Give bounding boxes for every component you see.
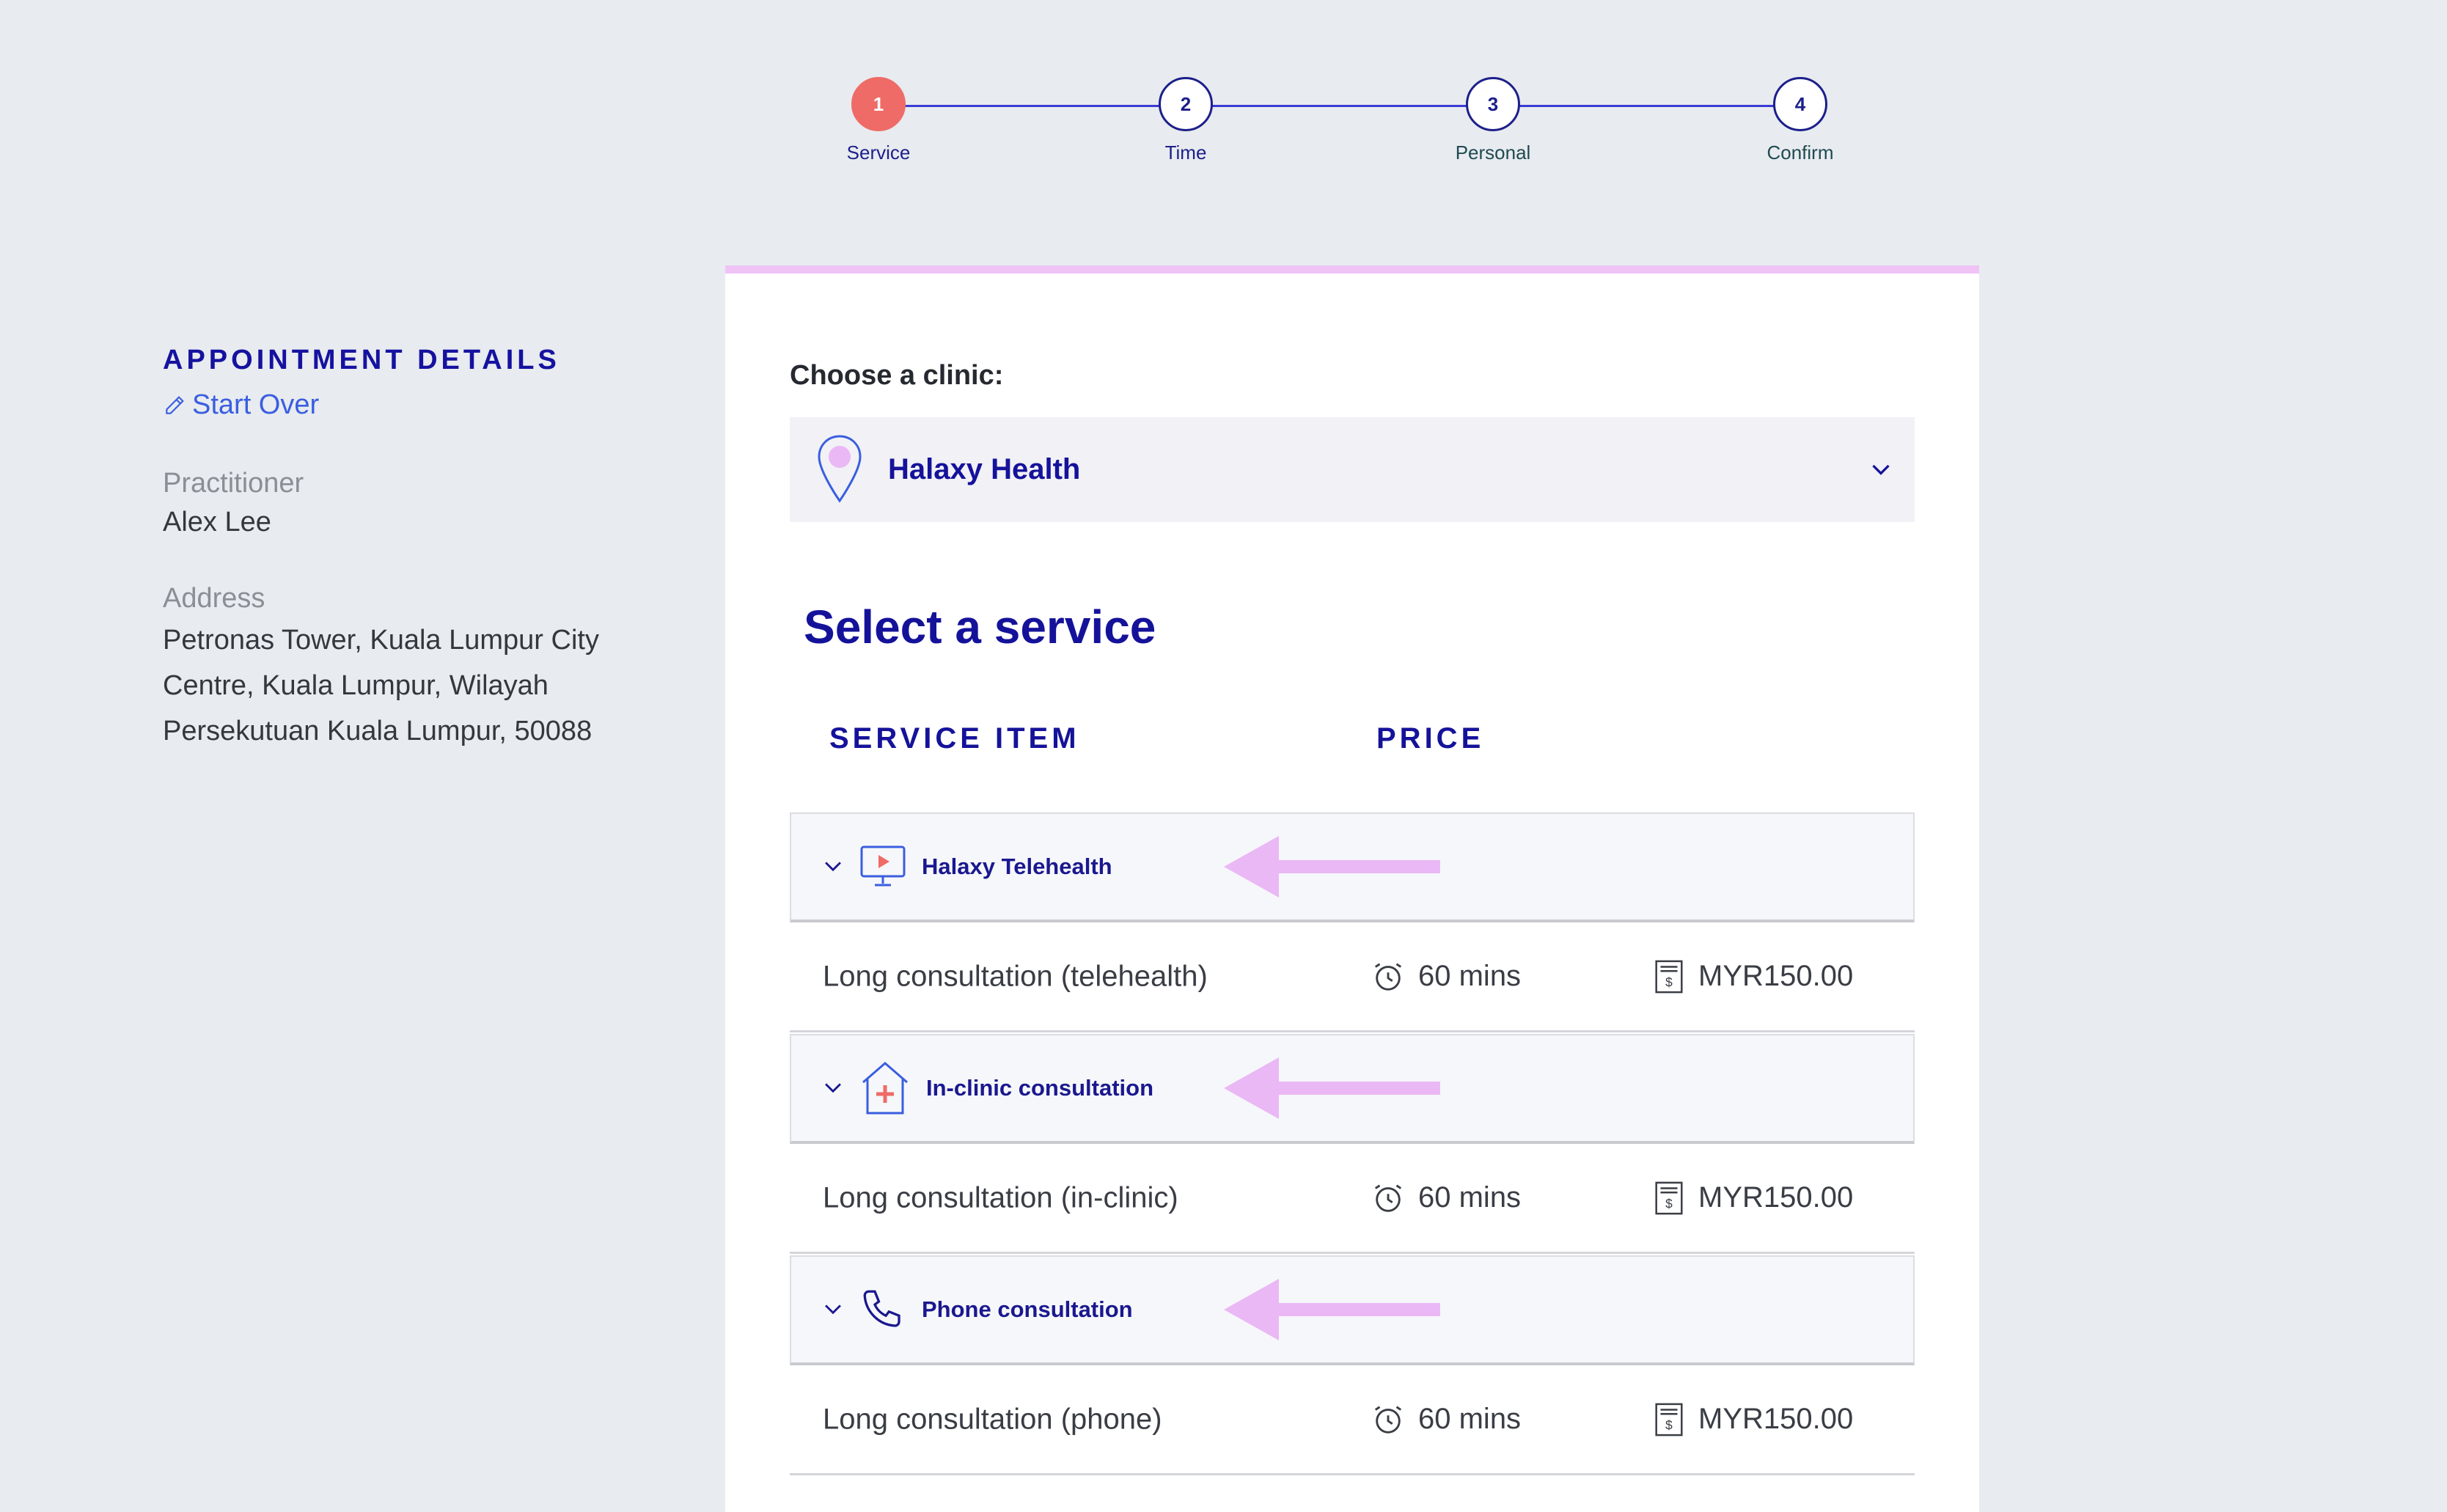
- clinic-select[interactable]: Halaxy Health: [790, 417, 1915, 522]
- arrow-left-icon: [1224, 1057, 1440, 1119]
- appointment-details-title: APPOINTMENT DETAILS: [163, 345, 560, 375]
- step-number: 4: [1773, 77, 1827, 131]
- alarm-clock-icon: [1374, 1406, 1402, 1434]
- address-line: Centre, Kuala Lumpur, Wilayah: [163, 670, 549, 701]
- address-line: Petronas Tower, Kuala Lumpur City: [163, 625, 599, 656]
- pencil-icon: [166, 395, 184, 414]
- service-duration: 60 mins: [1371, 1181, 1521, 1215]
- service-name: Long consultation (telehealth): [823, 960, 1208, 992]
- address-label: Address: [163, 583, 265, 614]
- stepper-line: [878, 105, 1800, 107]
- select-service-title: Select a service: [804, 601, 1156, 653]
- step-service[interactable]: 1 Service: [816, 77, 941, 164]
- service-row[interactable]: Long consultation (in-clinic) 60 mins $ …: [790, 1144, 1915, 1254]
- arrow-left-icon: [1224, 836, 1440, 898]
- service-group-phone[interactable]: Phone consultation: [790, 1255, 1915, 1365]
- service-group-label: Halaxy Telehealth: [922, 854, 1112, 879]
- practitioner-name: Alex Lee: [163, 507, 271, 537]
- receipt-icon: $: [1655, 1181, 1683, 1214]
- chevron-down-icon: [1872, 464, 1890, 475]
- service-item-header: SERVICE ITEM: [829, 722, 1080, 755]
- chevron-down-icon: [825, 1083, 841, 1093]
- service-group-label: Phone consultation: [922, 1296, 1133, 1322]
- location-pin-icon: [818, 434, 862, 503]
- step-personal[interactable]: 3 Personal: [1431, 77, 1555, 164]
- step-label: Time: [1164, 142, 1207, 164]
- address-block: Petronas Tower, Kuala Lumpur City Centre…: [163, 617, 676, 754]
- step-time[interactable]: 2 Time: [1123, 77, 1248, 164]
- step-number: 3: [1466, 77, 1520, 131]
- service-duration: 60 mins: [1371, 1403, 1521, 1436]
- phone-icon: [863, 1290, 900, 1327]
- service-name: Long consultation (in-clinic): [823, 1181, 1178, 1214]
- progress-stepper: 1 Service 2 Time 3 Personal 4 Confirm: [843, 77, 1841, 180]
- booking-card: Choose a clinic: Halaxy Health Select a …: [725, 265, 1979, 1512]
- step-label: Service: [846, 142, 911, 164]
- appointment-details-panel: APPOINTMENT DETAILS Start Over Practitio…: [163, 345, 676, 754]
- chevron-down-icon: [825, 862, 841, 872]
- duration-value: 60 mins: [1418, 960, 1522, 992]
- price-value: MYR150.00: [1698, 1181, 1854, 1214]
- service-group-in-clinic[interactable]: In-clinic consultation: [790, 1034, 1915, 1144]
- arrow-left-icon: [1224, 1279, 1440, 1340]
- address-line: Persekutuan Kuala Lumpur, 50088: [163, 716, 593, 746]
- service-duration: 60 mins: [1371, 960, 1521, 994]
- service-price: $ MYR150.00: [1653, 1401, 1853, 1438]
- alarm-clock-icon: [1374, 1184, 1402, 1212]
- practitioner-label: Practitioner: [163, 468, 304, 499]
- chevron-down-icon: [825, 1304, 841, 1315]
- step-number: 2: [1159, 77, 1213, 131]
- step-label: Confirm: [1767, 142, 1834, 164]
- receipt-icon: $: [1655, 960, 1683, 993]
- step-label: Personal: [1455, 142, 1531, 164]
- svg-text:$: $: [1665, 1196, 1673, 1211]
- step-number: 1: [851, 77, 906, 131]
- service-name: Long consultation (phone): [823, 1403, 1162, 1435]
- price-header: PRICE: [1376, 722, 1485, 755]
- alarm-clock-icon: [1374, 963, 1402, 991]
- step-confirm[interactable]: 4 Confirm: [1738, 77, 1863, 164]
- start-over-label: Start Over: [192, 389, 320, 420]
- clinic-icon: [862, 1062, 908, 1115]
- choose-clinic-label: Choose a clinic:: [790, 360, 1004, 391]
- clinic-selected-value: Halaxy Health: [888, 453, 1081, 485]
- price-value: MYR150.00: [1698, 1403, 1854, 1435]
- service-row[interactable]: Long consultation (telehealth) 60 mins $…: [790, 922, 1915, 1032]
- svg-text:$: $: [1665, 1417, 1673, 1432]
- service-group-telehealth[interactable]: Halaxy Telehealth: [790, 812, 1915, 922]
- price-value: MYR150.00: [1698, 960, 1854, 992]
- receipt-icon: $: [1655, 1403, 1683, 1436]
- duration-value: 60 mins: [1418, 1181, 1522, 1214]
- service-row[interactable]: Long consultation (phone) 60 mins $ MYR1…: [790, 1365, 1915, 1475]
- service-group-label: In-clinic consultation: [926, 1075, 1154, 1101]
- start-over-link[interactable]: Start Over: [163, 389, 676, 421]
- telehealth-icon: [860, 845, 906, 887]
- duration-value: 60 mins: [1418, 1403, 1522, 1435]
- service-price: $ MYR150.00: [1653, 958, 1853, 995]
- svg-text:$: $: [1665, 975, 1673, 989]
- service-price: $ MYR150.00: [1653, 1180, 1853, 1216]
